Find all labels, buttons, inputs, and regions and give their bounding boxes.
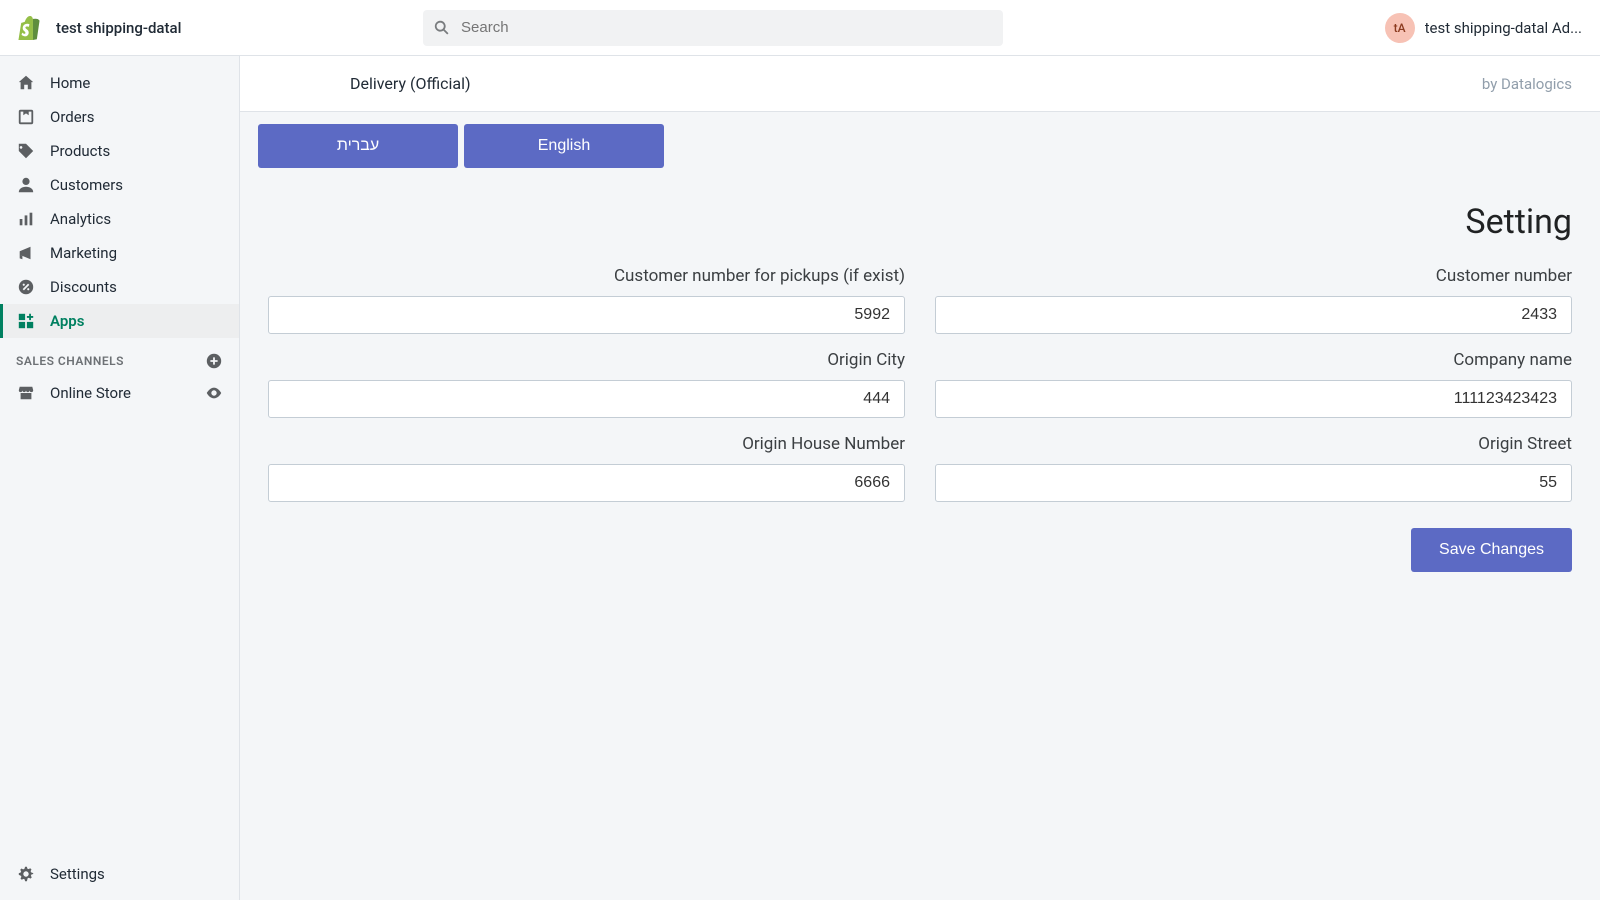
sidebar-item-label: Customers <box>50 176 123 194</box>
discounts-icon <box>16 278 36 296</box>
account-label: test shipping-datal Ad... <box>1425 19 1582 37</box>
tab-english[interactable]: English <box>464 124 664 168</box>
sidebar-item-marketing[interactable]: Marketing <box>0 236 239 270</box>
sidebar-item-customers[interactable]: Customers <box>0 168 239 202</box>
app-title: Delivery (Official) <box>350 74 471 93</box>
channel-label: Online Store <box>50 384 131 402</box>
label-origin-house-number: Origin House Number <box>268 434 905 454</box>
label-company-name: Company name <box>935 350 1572 370</box>
tab-hebrew[interactable]: עברית <box>258 124 458 168</box>
input-origin-house-number[interactable] <box>268 464 905 502</box>
input-origin-street[interactable] <box>935 464 1572 502</box>
sidebar-item-apps[interactable]: Apps <box>0 304 239 338</box>
search-icon <box>433 19 451 37</box>
settings-label: Settings <box>50 865 105 883</box>
app-credit: by Datalogics <box>1482 75 1572 93</box>
add-channel-icon[interactable] <box>205 352 223 370</box>
sidebar-item-home[interactable]: Home <box>0 66 239 100</box>
sidebar-item-label: Home <box>50 74 90 92</box>
page-title: Setting <box>240 168 1600 250</box>
search-input[interactable] <box>461 19 993 36</box>
sidebar-item-label: Analytics <box>50 210 111 228</box>
apps-icon <box>16 312 36 330</box>
account-menu[interactable]: tA test shipping-datal Ad... <box>1385 13 1582 43</box>
home-icon <box>16 74 36 92</box>
store-name: test shipping-datal <box>56 19 181 37</box>
input-customer-number[interactable] <box>935 296 1572 334</box>
label-customer-number: Customer number <box>935 266 1572 286</box>
analytics-icon <box>16 210 36 228</box>
sidebar-item-label: Products <box>50 142 110 160</box>
marketing-icon <box>16 244 36 262</box>
sales-channels-heading: SALES CHANNELS <box>0 338 239 376</box>
label-origin-street: Origin Street <box>935 434 1572 454</box>
orders-icon <box>16 108 36 126</box>
settings-form: Customer number for pickups (if exist) C… <box>240 250 1600 502</box>
sidebar-item-label: Discounts <box>50 278 117 296</box>
sidebar-item-label: Orders <box>50 108 95 126</box>
sidebar-item-products[interactable]: Products <box>0 134 239 168</box>
sidebar-item-settings[interactable]: Settings <box>0 856 239 890</box>
products-icon <box>16 142 36 160</box>
sidebar-item-analytics[interactable]: Analytics <box>0 202 239 236</box>
sidebar-item-label: Marketing <box>50 244 117 262</box>
shopify-logo-icon <box>18 15 40 41</box>
save-button[interactable]: Save Changes <box>1411 528 1572 572</box>
view-store-icon[interactable] <box>205 384 223 402</box>
main: Delivery (Official) by Datalogics עברית … <box>240 56 1600 900</box>
input-company-name[interactable] <box>935 380 1572 418</box>
store-icon <box>16 384 36 402</box>
sidebar-item-orders[interactable]: Orders <box>0 100 239 134</box>
label-origin-city: Origin City <box>268 350 905 370</box>
gear-icon <box>16 865 36 883</box>
sales-channels-label: SALES CHANNELS <box>16 354 124 368</box>
topbar: test shipping-datal tA test shipping-dat… <box>0 0 1600 56</box>
app-header: Delivery (Official) by Datalogics <box>240 56 1600 112</box>
global-search[interactable] <box>423 10 1003 46</box>
language-tabs: עברית English <box>240 112 1600 168</box>
avatar: tA <box>1385 13 1415 43</box>
sidebar-item-discounts[interactable]: Discounts <box>0 270 239 304</box>
label-customer-number-pickups: Customer number for pickups (if exist) <box>268 266 905 286</box>
input-origin-city[interactable] <box>268 380 905 418</box>
sidebar-item-label: Apps <box>50 312 84 330</box>
customers-icon <box>16 176 36 194</box>
input-customer-number-pickups[interactable] <box>268 296 905 334</box>
channel-online-store[interactable]: Online Store <box>0 376 239 410</box>
sidebar: Home Orders Products Customers Analytics… <box>0 56 240 900</box>
